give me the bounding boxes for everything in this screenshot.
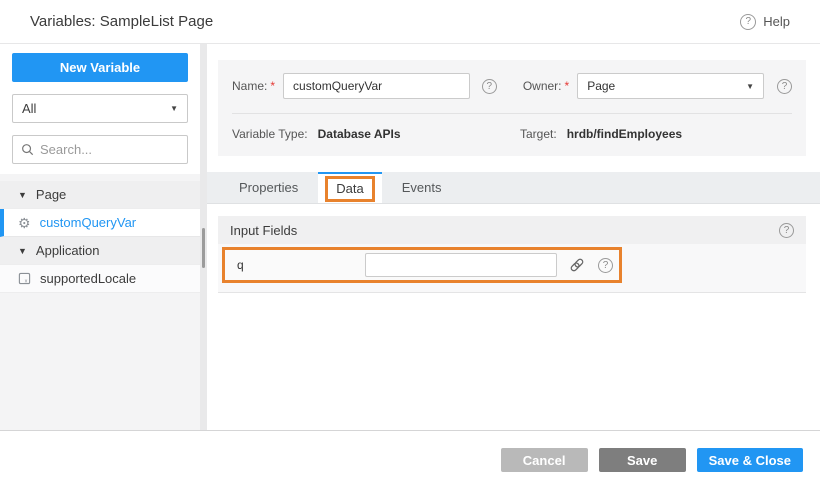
tree-item-customqueryvar[interactable]: ⚙ customQueryVar: [0, 209, 200, 237]
variable-filter-select[interactable]: All ▼: [12, 94, 188, 123]
target-field: Target: hrdb/findEmployees: [520, 127, 682, 141]
sidebar-controls: New Variable All ▼: [0, 44, 200, 174]
collapse-arrow-icon: ▼: [18, 246, 27, 256]
tree-group-label: Page: [36, 187, 66, 202]
help-label: Help: [763, 14, 790, 29]
tab-label: Data: [336, 181, 363, 196]
cancel-button[interactable]: Cancel: [501, 448, 588, 472]
search-input[interactable]: [40, 142, 179, 157]
dialog-footer: Cancel Save Save & Close: [0, 430, 820, 489]
owner-help-icon[interactable]: ?: [777, 79, 792, 94]
panel-divider: [232, 113, 792, 114]
model-variable-icon: x: [18, 272, 31, 285]
save-and-close-button[interactable]: Save & Close: [697, 448, 803, 472]
tree-group-label: Application: [36, 243, 100, 258]
page-title: Variables: SampleList Page: [30, 13, 213, 30]
variables-dialog: Variables: SampleList Page ? Help New Va…: [0, 0, 820, 489]
chevron-down-icon: ▼: [170, 104, 178, 113]
tab-label: Properties: [239, 180, 298, 195]
name-help-icon[interactable]: ?: [482, 79, 497, 94]
filter-value: All: [22, 101, 36, 116]
chevron-down-icon: ▼: [746, 82, 754, 91]
owner-label: Owner:: [523, 79, 562, 93]
field-name-label: q: [237, 258, 365, 272]
dialog-body: New Variable All ▼ ▼ Page: [0, 44, 820, 430]
svg-text:x: x: [25, 278, 28, 284]
tree-item-label: customQueryVar: [40, 215, 137, 230]
help-button[interactable]: ? Help: [740, 14, 790, 30]
type-target-row: Variable Type: Database APIs Target: hrd…: [232, 127, 792, 141]
required-marker: *: [270, 79, 275, 93]
annotation-highlight-box: Data: [325, 176, 374, 202]
target-value: hrdb/findEmployees: [567, 127, 682, 141]
variable-name-input[interactable]: [283, 73, 470, 99]
name-label: Name:: [232, 79, 267, 93]
scrollbar-thumb[interactable]: [202, 228, 205, 268]
tab-data[interactable]: Data: [318, 172, 381, 203]
dialog-header: Variables: SampleList Page ? Help: [0, 0, 820, 44]
variables-tree: ▼ Page ⚙ customQueryVar ▼ Application x …: [0, 181, 200, 293]
input-fields-body: q ?: [218, 244, 806, 293]
tree-item-supportedlocale[interactable]: x supportedLocale: [0, 265, 200, 293]
input-fields-section: Input Fields ? q ?: [218, 216, 806, 293]
input-fields-help-icon[interactable]: ?: [779, 223, 794, 238]
variable-type-field: Variable Type: Database APIs: [232, 127, 520, 141]
owner-value: Page: [587, 79, 615, 93]
required-marker: *: [565, 79, 570, 93]
sidebar-divider: [200, 44, 207, 430]
tab-label: Events: [402, 180, 442, 195]
input-field-row-q: q ?: [222, 247, 622, 283]
variable-detail-panel: Name: * ? Owner: * Page ▼ ? Variable Typ…: [207, 44, 820, 430]
save-button[interactable]: Save: [599, 448, 686, 472]
owner-select[interactable]: Page ▼: [577, 73, 764, 99]
target-label: Target:: [520, 127, 557, 141]
tree-item-label: supportedLocale: [40, 271, 136, 286]
field-value-input[interactable]: [365, 253, 557, 277]
detail-tabs: Properties Data Events: [207, 172, 820, 204]
variable-summary-panel: Name: * ? Owner: * Page ▼ ? Variable Typ…: [218, 60, 806, 156]
tree-group-page[interactable]: ▼ Page: [0, 181, 200, 209]
tree-group-application[interactable]: ▼ Application: [0, 237, 200, 265]
bind-link-icon[interactable]: [569, 257, 585, 273]
collapse-arrow-icon: ▼: [18, 190, 27, 200]
variables-sidebar: New Variable All ▼ ▼ Page: [0, 44, 200, 430]
field-help-icon[interactable]: ?: [598, 258, 613, 273]
variable-search: [12, 135, 188, 164]
service-variable-icon: ⚙: [18, 216, 31, 230]
name-owner-row: Name: * ? Owner: * Page ▼ ?: [232, 73, 792, 99]
input-fields-header: Input Fields ?: [218, 216, 806, 244]
variable-type-value: Database APIs: [318, 127, 401, 141]
variable-type-label: Variable Type:: [232, 127, 308, 141]
help-icon: ?: [740, 14, 756, 30]
search-icon: [21, 143, 34, 156]
tab-properties[interactable]: Properties: [219, 172, 318, 203]
tab-events[interactable]: Events: [382, 172, 462, 203]
input-fields-title: Input Fields: [230, 223, 297, 238]
new-variable-button[interactable]: New Variable: [12, 53, 188, 82]
